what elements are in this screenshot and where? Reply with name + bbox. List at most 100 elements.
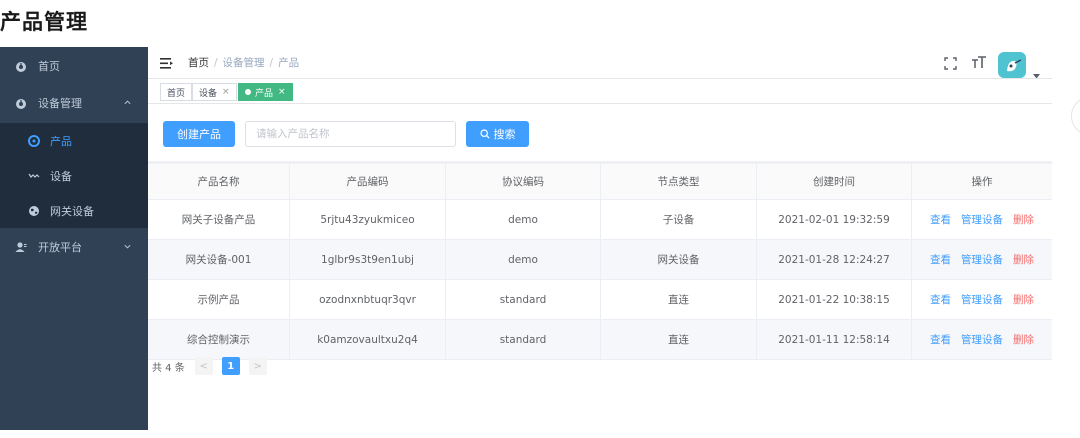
active-dot-icon (245, 89, 251, 95)
font-size-icon[interactable] (972, 54, 986, 73)
delete-link[interactable]: 删除 (1013, 332, 1034, 347)
protocol-cell: demo (446, 200, 601, 239)
tags-view: 首页 设备 × 产品 × (148, 78, 1052, 104)
sidebar-item-label: 产品 (50, 134, 72, 148)
tag-label: 首页 (167, 88, 186, 99)
tag-device[interactable]: 设备 × (192, 83, 237, 101)
sidebar-item-gateway-device[interactable]: 网关设备 (0, 193, 148, 228)
sidebar-item-home[interactable]: 首页 (0, 47, 148, 85)
chevron-up-icon (123, 97, 132, 110)
pagination-total: 共 4 条 (152, 362, 185, 374)
fullscreen-icon[interactable] (944, 55, 957, 74)
table-header: 产品名称 产品编码 协议编码 节点类型 创建时间 操作 (148, 164, 1052, 200)
column-header: 产品编码 (290, 164, 446, 199)
chevron-down-icon (123, 241, 132, 254)
globe-icon (27, 204, 41, 218)
column-header: 操作 (971, 176, 993, 188)
delete-link[interactable]: 删除 (1013, 212, 1034, 227)
prev-page-button[interactable]: < (194, 357, 213, 375)
page-title: 产品管理 (0, 10, 88, 34)
created-time-cell: 2021-01-22 10:38:15 (757, 280, 912, 319)
actions-cell: 查看 管理设备 删除 (912, 280, 1052, 319)
breadcrumb-item-home[interactable]: 首页 (188, 57, 209, 69)
hamburger-icon[interactable] (160, 55, 173, 74)
sidebar-item-label: 网关设备 (50, 204, 94, 218)
created-time-cell: 2021-01-11 12:58:14 (757, 320, 912, 359)
product-name-search-input[interactable] (245, 121, 456, 147)
column-header: 节点类型 (601, 164, 757, 199)
node-type-cell: 子设备 (601, 200, 757, 239)
table-row: 综合控制演示 k0amzovaultxu2q4 standard 直连 2021… (148, 320, 1052, 360)
search-icon (479, 129, 490, 139)
actions-cell: 查看 管理设备 删除 (912, 200, 1052, 239)
device-icon (27, 169, 41, 183)
table-row: 网关子设备产品 5rjtu43zyukmiceo demo 子设备 2021-0… (148, 200, 1052, 240)
manage-devices-link[interactable]: 管理设备 (961, 332, 1003, 347)
tag-product[interactable]: 产品 × (238, 83, 293, 101)
settings-handle[interactable] (1071, 96, 1080, 136)
actions-cell: 查看 管理设备 删除 (912, 320, 1052, 359)
close-icon[interactable]: × (222, 87, 230, 97)
product-name-cell: 网关子设备产品 (148, 200, 290, 239)
view-link[interactable]: 查看 (930, 252, 951, 267)
dashboard-icon (14, 59, 28, 73)
created-time-cell: 2021-02-01 19:32:59 (757, 200, 912, 239)
manage-devices-link[interactable]: 管理设备 (961, 292, 1003, 307)
product-code-cell: 5rjtu43zyukmiceo (290, 200, 446, 239)
table-row: 网关设备-001 1glbr9s3t9en1ubj demo 网关设备 2021… (148, 240, 1052, 280)
view-link[interactable]: 查看 (930, 332, 951, 347)
view-link[interactable]: 查看 (930, 212, 951, 227)
product-code-cell: ozodnxnbtuqr3qvr (290, 280, 446, 319)
delete-link[interactable]: 删除 (1013, 252, 1034, 267)
actions-cell: 查看 管理设备 删除 (912, 240, 1052, 279)
column-header: 协议编码 (446, 164, 601, 199)
product-code-cell: 1glbr9s3t9en1ubj (290, 240, 446, 279)
sidebar-item-device[interactable]: 设备 (0, 158, 148, 193)
protocol-cell: standard (446, 320, 601, 359)
product-icon (27, 134, 41, 148)
tag-label: 产品 (255, 88, 274, 99)
product-name-cell: 示例产品 (148, 280, 290, 319)
manage-devices-link[interactable]: 管理设备 (961, 212, 1003, 227)
protocol-cell: demo (446, 240, 601, 279)
tag-label: 设备 (199, 88, 218, 99)
table-row: 示例产品 ozodnxnbtuqr3qvr standard 直连 2021-0… (148, 280, 1052, 320)
search-button-label: 搜索 (493, 128, 516, 141)
column-header: 产品名称 (148, 164, 290, 199)
sidebar-item-label: 设备管理 (38, 97, 82, 110)
manage-devices-link[interactable]: 管理设备 (961, 252, 1003, 267)
dashboard-icon (14, 96, 28, 110)
avatar[interactable] (998, 52, 1026, 78)
sidebar-item-label: 设备 (50, 169, 72, 183)
sidebar: 首页 设备管理 产品 设备 网关设备 开放平台 (0, 47, 148, 430)
product-table: 产品名称 产品编码 协议编码 节点类型 创建时间 操作 网关子设备产品 5rjt… (148, 161, 1052, 360)
breadcrumb-item-device-management: 设备管理 (222, 57, 265, 69)
delete-link[interactable]: 删除 (1013, 292, 1034, 307)
next-page-button[interactable]: > (248, 357, 267, 375)
page-number-button[interactable]: 1 (221, 357, 240, 375)
breadcrumb: 首页 / 设备管理 / 产品 (188, 57, 300, 69)
protocol-cell: standard (446, 280, 601, 319)
navbar: 首页 / 设备管理 / 产品 (148, 47, 1052, 79)
node-type-cell: 直连 (601, 280, 757, 319)
node-type-cell: 直连 (601, 320, 757, 359)
close-icon[interactable]: × (278, 87, 286, 97)
breadcrumb-item-product: 产品 (278, 57, 300, 69)
user-icon (14, 240, 28, 254)
column-header: 创建时间 (757, 164, 912, 199)
submenu-device-management: 产品 设备 网关设备 (0, 123, 148, 228)
node-type-cell: 网关设备 (601, 240, 757, 279)
pagination: 共 4 条 < 1 > (152, 357, 276, 375)
sidebar-item-label: 首页 (38, 60, 60, 73)
created-time-cell: 2021-01-28 12:24:27 (757, 240, 912, 279)
view-link[interactable]: 查看 (930, 292, 951, 307)
sidebar-item-label: 开放平台 (38, 241, 82, 254)
search-button[interactable]: 搜索 (466, 121, 529, 147)
product-code-cell: k0amzovaultxu2q4 (290, 320, 446, 359)
sidebar-item-product[interactable]: 产品 (0, 123, 148, 158)
product-name-cell: 网关设备-001 (148, 240, 290, 279)
create-product-button[interactable]: 创建产品 (163, 121, 235, 147)
sidebar-item-device-management[interactable]: 设备管理 (0, 84, 148, 122)
sidebar-item-open-platform[interactable]: 开放平台 (0, 228, 148, 266)
tag-home[interactable]: 首页 (160, 83, 193, 101)
